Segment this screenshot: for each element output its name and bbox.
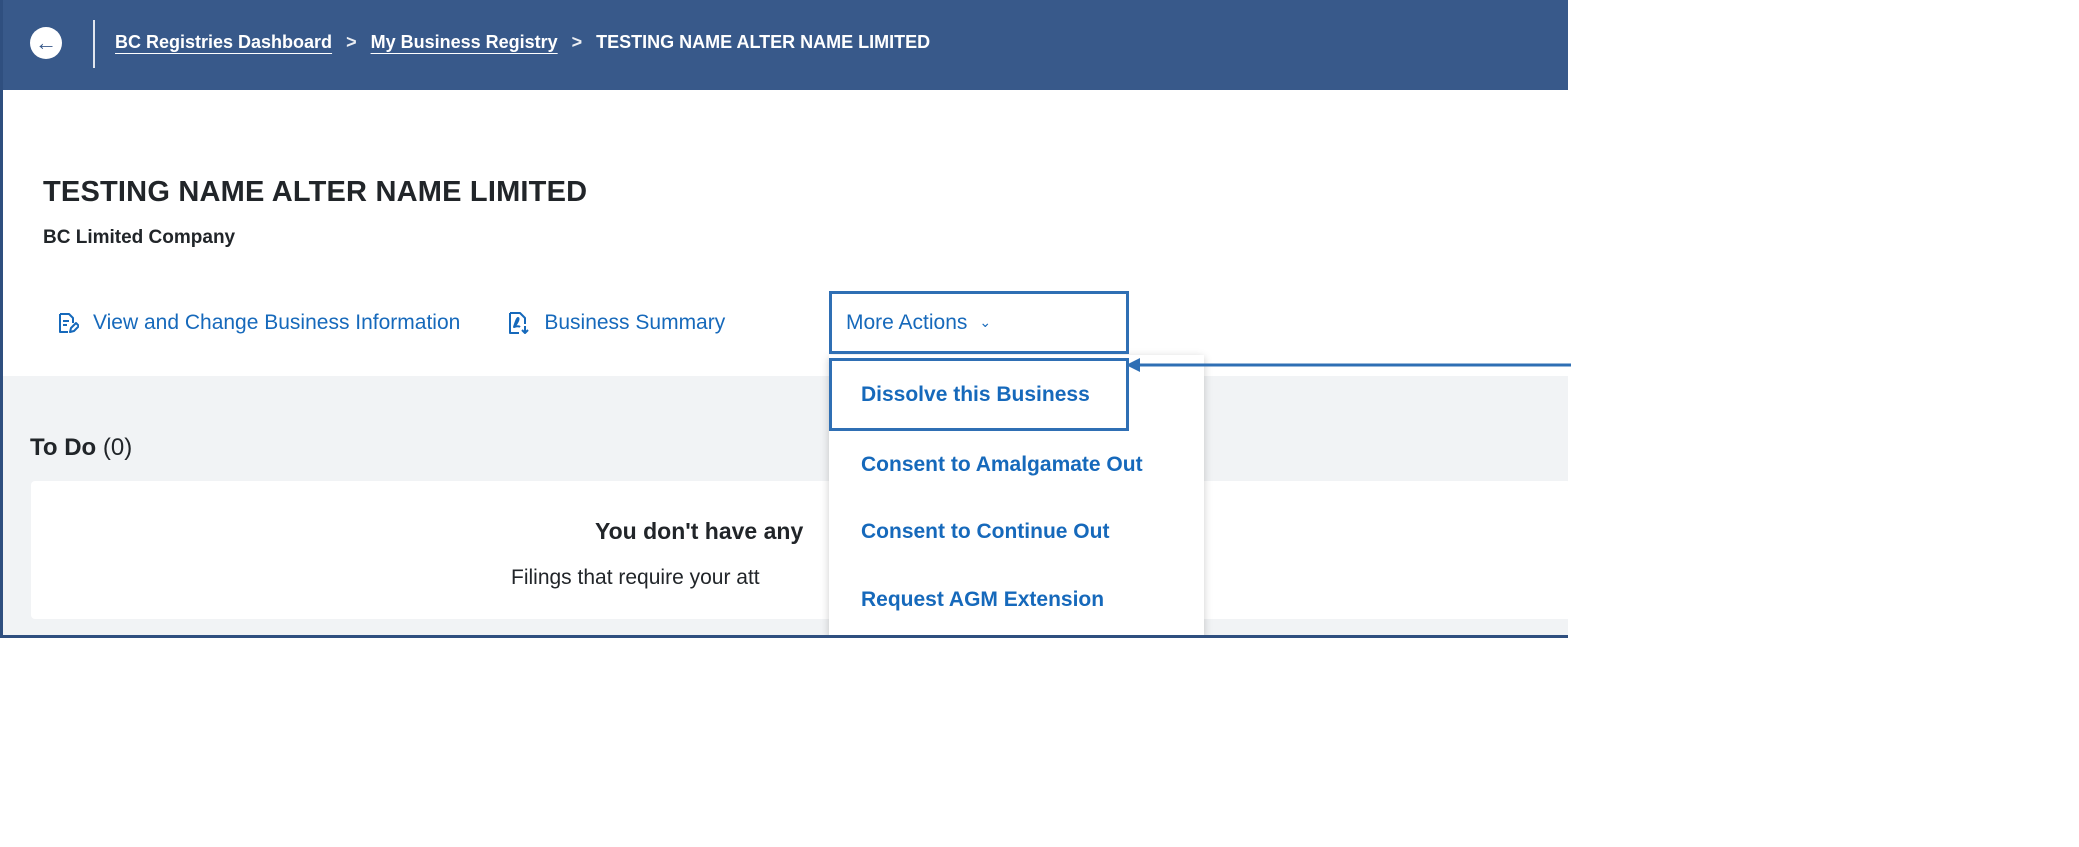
chevron-down-icon: ⌄ bbox=[979, 314, 992, 330]
todo-title: To Do bbox=[30, 434, 97, 461]
breadcrumb-separator: > bbox=[571, 32, 583, 52]
entity-name: TESTING NAME ALTER NAME LIMITED bbox=[43, 176, 588, 208]
business-summary-label: Business Summary bbox=[544, 311, 726, 334]
breadcrumb-separator: > bbox=[346, 32, 357, 52]
breadcrumb-my-business-registry-link[interactable]: My Business Registry bbox=[371, 32, 558, 53]
todo-count: (0) bbox=[102, 434, 133, 461]
todo-empty-title: You don't have any bbox=[595, 518, 804, 544]
menu-item-request-agm-extension[interactable]: Request AGM Extension bbox=[861, 588, 1104, 612]
app-header: ← BC Registries Dashboard > My Business … bbox=[3, 0, 1568, 90]
edit-document-icon bbox=[59, 313, 79, 333]
view-change-business-info-button[interactable]: View and Change Business Information bbox=[55, 311, 460, 335]
more-actions-label: More Actions bbox=[846, 310, 968, 334]
breadcrumb-dashboard-link[interactable]: BC Registries Dashboard bbox=[115, 32, 332, 53]
screenshot-panel: ← BC Registries Dashboard > My Business … bbox=[0, 0, 1568, 638]
header-divider bbox=[93, 20, 95, 68]
breadcrumb: BC Registries Dashboard > My Business Re… bbox=[115, 32, 930, 53]
business-summary-button[interactable]: Business Summary bbox=[506, 311, 725, 335]
view-change-business-info-label: View and Change Business Information bbox=[93, 311, 461, 334]
callout-arrow-head bbox=[1126, 358, 1140, 372]
todo-heading: To Do (0) bbox=[30, 434, 132, 462]
arrow-left-icon: ← bbox=[35, 30, 57, 55]
menu-item-dissolve-business[interactable]: Dissolve this Business bbox=[861, 383, 1090, 407]
pdf-download-icon bbox=[509, 312, 530, 334]
entity-type: BC Limited Company bbox=[43, 227, 236, 248]
entity-actions: View and Change Business Information Bus… bbox=[55, 305, 759, 341]
more-actions-button[interactable]: More Actions ⌄ bbox=[829, 291, 1129, 354]
menu-item-consent-amalgamate-out[interactable]: Consent to Amalgamate Out bbox=[861, 453, 1143, 477]
entity-header: TESTING NAME ALTER NAME LIMITED BC Limit… bbox=[43, 176, 587, 249]
todo-card bbox=[31, 481, 1568, 619]
menu-item-consent-continue-out[interactable]: Consent to Continue Out bbox=[861, 520, 1109, 544]
breadcrumb-current-page: TESTING NAME ALTER NAME LIMITED bbox=[596, 32, 931, 52]
back-button[interactable]: ← bbox=[30, 27, 62, 59]
todo-empty-subtitle: Filings that require your att bbox=[511, 566, 760, 589]
callout-arrow bbox=[1126, 358, 1571, 372]
